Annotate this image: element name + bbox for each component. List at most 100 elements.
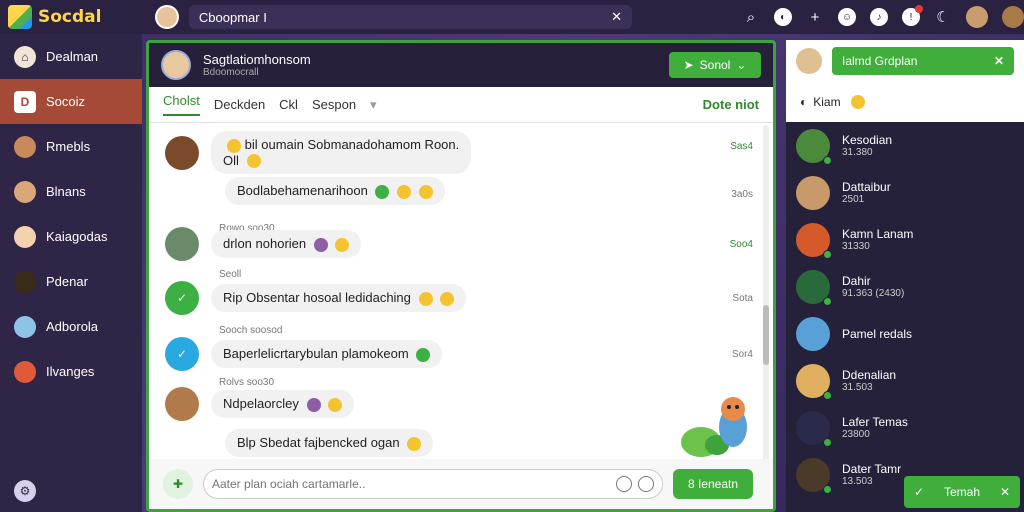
avatar: [796, 128, 832, 165]
message-text: Bodlabehamenarihoon: [237, 183, 368, 198]
search-bar[interactable]: Cboopmar I ✕: [188, 5, 632, 29]
tab-ckl[interactable]: Ckl: [279, 97, 298, 112]
emoji-picker-icon[interactable]: [616, 476, 632, 492]
list-item[interactable]: Kesodian 31.380: [786, 122, 1024, 169]
app-title: Socdal: [38, 7, 102, 27]
contact-sub: 2501: [842, 194, 865, 205]
status-avatar-icon[interactable]: ✓: [165, 337, 199, 371]
face-icon[interactable]: ☺: [838, 8, 856, 26]
contact-sub: 23800: [842, 429, 870, 440]
message-input-wrapper[interactable]: [203, 469, 663, 499]
avatar[interactable]: [165, 135, 199, 170]
chevron-down-icon[interactable]: ▾: [370, 97, 377, 113]
user-avatar[interactable]: [966, 6, 988, 28]
contacts-list: Kesodian 31.380 Dattaibur 2501 Kamn Lanam 3…: [786, 122, 1024, 500]
send-icon: ➤: [683, 58, 694, 72]
list-item[interactable]: Lafer Temas 23800: [786, 404, 1024, 451]
chevron-down-icon[interactable]: ⌄: [736, 58, 746, 72]
list-item[interactable]: Kamn Lanam 31330: [786, 216, 1024, 263]
message-bubble[interactable]: bil oumain Sobmanadohamom Roon. Oll: [211, 131, 472, 175]
sidebar-item-label: Ilvanges: [46, 364, 95, 379]
group-pill[interactable]: Ialmd Grdplan ✕: [832, 47, 1014, 75]
settings-icon[interactable]: [638, 476, 654, 492]
send-button[interactable]: ➤ Sonol ⌄: [669, 52, 761, 78]
contact-name: Dattaibur: [842, 180, 891, 194]
message-list: bil oumain Sobmanadohamom Roon. Oll Sas4…: [149, 123, 773, 463]
user-avatar-2[interactable]: [1002, 6, 1024, 28]
message-bubble[interactable]: drlon nohorien: [211, 230, 362, 258]
contacts-footer-button[interactable]: ✓ Temah ✕: [904, 476, 1020, 508]
tab-chat[interactable]: Cholst: [163, 93, 200, 116]
avatar[interactable]: [165, 387, 199, 421]
avatar-icon: [14, 225, 36, 248]
message-text: drlon nohorien: [223, 236, 307, 252]
message-text: Rip Obsentar hosoal ledidaching: [223, 290, 411, 306]
sidebar-item-home[interactable]: ⌂ Dealman: [0, 34, 142, 79]
scrollbar[interactable]: [763, 125, 769, 465]
message-bubble[interactable]: Ndpelaorcley: [211, 390, 355, 418]
avatar-icon: [14, 180, 36, 203]
message-bubble[interactable]: Baperlelicrtarybulan plamokeom: [211, 340, 443, 368]
settings-icon[interactable]: ⚙: [14, 480, 36, 502]
chat-header: Sagtlatiomhonsom Bdoomocrall ➤ Sonol ⌄: [149, 43, 773, 87]
sidebar-item-ilvanges[interactable]: Ilvanges: [0, 349, 142, 394]
scroll-thumb[interactable]: [763, 305, 769, 365]
moon-icon[interactable]: ☾: [934, 8, 952, 26]
search-input[interactable]: Cboopmar I: [199, 10, 267, 25]
message-bubble[interactable]: Rip Obsentar hosoal ledidaching: [211, 284, 467, 312]
search-icon[interactable]: ⌕: [742, 8, 760, 26]
tab-sespon[interactable]: Sespon: [312, 97, 356, 112]
composer-send-button[interactable]: 8 Ieneatn: [673, 469, 753, 499]
contacts-footer-label: Temah: [943, 485, 981, 499]
sidebar-item-pdenar[interactable]: Pdenar: [0, 259, 142, 304]
sidebar-item-label: Blnans: [46, 184, 86, 199]
message-time: Sota: [732, 293, 753, 304]
avatar[interactable]: [165, 227, 199, 261]
status-avatar-icon[interactable]: ✓: [165, 281, 199, 315]
contact-name: Ddenalian: [842, 368, 897, 382]
message-input[interactable]: [212, 477, 610, 491]
attach-icon[interactable]: ✚: [163, 469, 193, 499]
list-item[interactable]: Dahir 91.363 (2430): [786, 263, 1024, 310]
tab-deckden[interactable]: Deckden: [214, 97, 265, 112]
avatar[interactable]: [796, 48, 822, 74]
notification-icon[interactable]: !: [902, 5, 923, 26]
message-meta: Sooch soosod: [219, 325, 283, 336]
contacts-subheader: ◐ Kiam: [786, 82, 1024, 122]
close-icon[interactable]: ✕: [1000, 485, 1010, 499]
avatar[interactable]: [155, 5, 179, 29]
message-bubble[interactable]: Blp Sbedat fajbencked ogan: [225, 429, 434, 457]
avatar: [796, 363, 832, 400]
app-logo[interactable]: Socdal: [0, 5, 149, 29]
list-item[interactable]: Dattaibur 2501: [786, 169, 1024, 216]
message-bubble[interactable]: Bodlabehamenarihoon: [225, 177, 445, 205]
message-time: 3a0s: [731, 189, 753, 200]
list-item: Ndpelaorcley: [165, 387, 355, 421]
close-icon[interactable]: ✕: [994, 54, 1004, 68]
discover-icon[interactable]: ◐: [774, 8, 792, 26]
avatar: [796, 410, 832, 447]
emoji-icon: [227, 138, 241, 153]
message-text: Ndpelaorcley: [223, 396, 299, 412]
sidebar-item-adborola[interactable]: Adborola: [0, 304, 142, 349]
list-item[interactable]: Ddenalian 31.503: [786, 357, 1024, 404]
avatar[interactable]: [161, 50, 191, 80]
plus-icon[interactable]: +: [806, 8, 824, 26]
online-status-icon: [823, 296, 832, 306]
chat-subtitle: Bdoomocrall: [203, 67, 259, 78]
tab-right-action[interactable]: Dote niot: [703, 97, 759, 112]
emoji-icon: [418, 184, 433, 199]
contact-name: Pamel redals: [842, 326, 913, 341]
emoji-icon: [313, 237, 328, 252]
top-bar: Socdal Cboopmar I ✕ ⌕ ◐ + ☺ ♪ ! ☾: [0, 0, 1024, 34]
close-icon[interactable]: ✕: [611, 9, 622, 25]
bell-icon[interactable]: ♪: [870, 8, 888, 26]
message-time: Sor4: [731, 349, 753, 360]
message-meta: Seoll: [219, 269, 242, 280]
refresh-icon[interactable]: ◐: [800, 95, 807, 109]
list-item[interactable]: Pamel redals: [786, 310, 1024, 357]
sidebar-item-social[interactable]: D Socoiz: [0, 79, 142, 124]
sidebar-item-blnans[interactable]: Blnans: [0, 169, 142, 214]
sidebar-item-rmebls[interactable]: Rmebls: [0, 124, 142, 169]
sidebar-item-kaiagodas[interactable]: Kaiagodas: [0, 214, 142, 259]
